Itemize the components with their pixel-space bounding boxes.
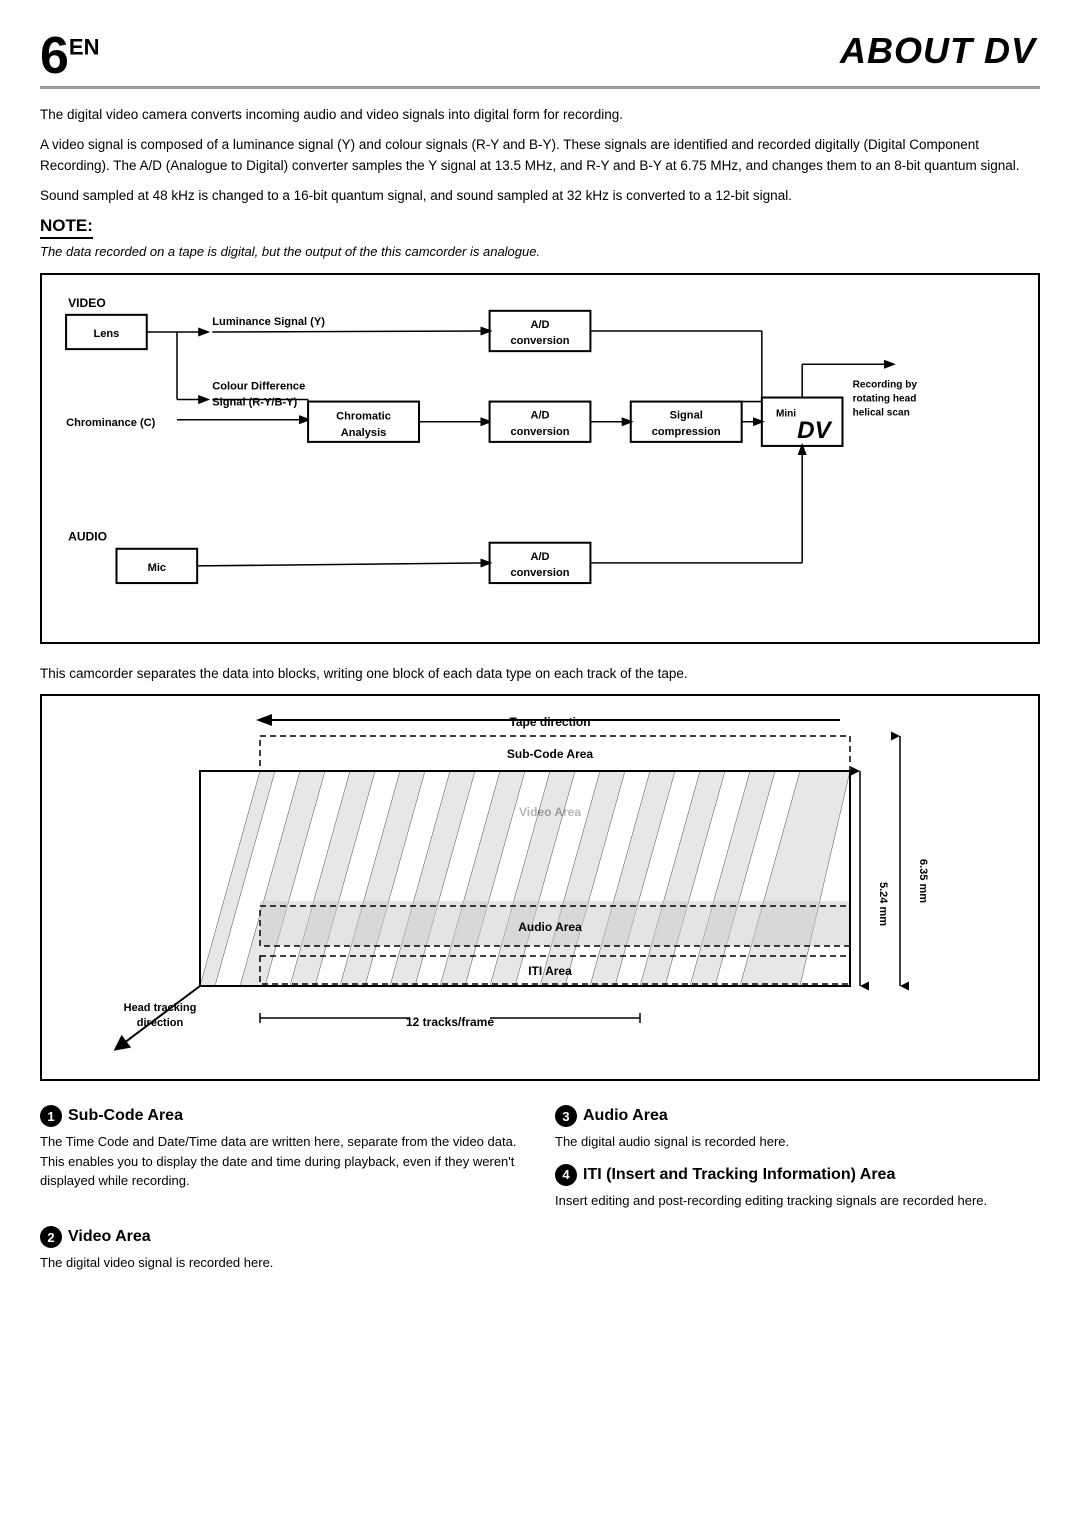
svg-text:Signal (R-Y/B-Y): Signal (R-Y/B-Y) xyxy=(212,397,297,409)
svg-text:Chrominance (C): Chrominance (C) xyxy=(66,417,156,429)
main-title: ABOUT DV xyxy=(840,30,1040,71)
bottom-sections: 1 Sub-Code Area The Time Code and Date/T… xyxy=(40,1105,1040,1273)
svg-text:compression: compression xyxy=(652,426,721,438)
svg-text:VIDEO: VIDEO xyxy=(68,296,106,310)
audio-heading: 3 Audio Area xyxy=(555,1105,1040,1127)
note-section: NOTE: The data recorded on a tape is dig… xyxy=(40,216,1040,261)
iti-text: Insert editing and post-recording editin… xyxy=(555,1191,1040,1211)
svg-text:DV: DV xyxy=(797,417,832,444)
circle-num-3: 3 xyxy=(555,1105,577,1127)
circle-num-2: 2 xyxy=(40,1226,62,1248)
svg-text:A/D: A/D xyxy=(530,319,549,331)
svg-text:6.35 mm: 6.35 mm xyxy=(917,859,929,903)
sub-code-text: The Time Code and Date/Time data are wri… xyxy=(40,1132,525,1191)
page-header: 6EN ABOUT DV xyxy=(40,30,1040,89)
iti-heading: 4 ITI (Insert and Tracking Information) … xyxy=(555,1164,1040,1186)
page-number: 6EN xyxy=(40,30,99,82)
svg-text:5.24 mm: 5.24 mm xyxy=(877,882,889,926)
audio-title: Audio Area xyxy=(583,1107,668,1125)
note-text: The data recorded on a tape is digital, … xyxy=(40,243,1040,261)
intro-tape-text: This camcorder separates the data into b… xyxy=(40,664,1040,684)
svg-text:conversion: conversion xyxy=(510,426,569,438)
sub-code-heading: 1 Sub-Code Area xyxy=(40,1105,525,1127)
svg-text:A/D: A/D xyxy=(530,551,549,563)
page-num-digit: 6 xyxy=(40,27,69,85)
svg-text:Tape direction: Tape direction xyxy=(509,715,590,729)
svg-text:Colour Difference: Colour Difference xyxy=(212,381,305,393)
audio-text: The digital audio signal is recorded her… xyxy=(555,1132,1040,1152)
svg-text:Sub-Code Area: Sub-Code Area xyxy=(507,747,594,761)
video-title: Video Area xyxy=(68,1228,151,1246)
svg-text:conversion: conversion xyxy=(510,335,569,347)
svg-text:Head tracking: Head tracking xyxy=(124,1002,197,1014)
flow-diagram-svg: VIDEO AUDIO Lens Luminance Signal (Y) A/… xyxy=(56,285,1024,625)
iti-title: ITI (Insert and Tracking Information) Ar… xyxy=(583,1166,895,1184)
video-heading: 2 Video Area xyxy=(40,1226,525,1248)
tape-diagram-svg: Tape direction Sub-Code Area Video Area xyxy=(52,706,1028,1066)
circle-num-4: 4 xyxy=(555,1164,577,1186)
svg-text:rotating head: rotating head xyxy=(853,394,917,405)
svg-text:Luminance Signal (Y): Luminance Signal (Y) xyxy=(212,316,325,328)
svg-text:12 tracks/frame: 12 tracks/frame xyxy=(406,1015,494,1029)
video-text: The digital video signal is recorded her… xyxy=(40,1253,525,1273)
svg-text:Mini: Mini xyxy=(776,409,796,420)
svg-text:Analysis: Analysis xyxy=(341,427,387,439)
diagram1: VIDEO AUDIO Lens Luminance Signal (Y) A/… xyxy=(40,273,1040,644)
page-suffix: EN xyxy=(69,35,100,60)
diagram2: Tape direction Sub-Code Area Video Area xyxy=(40,694,1040,1081)
svg-text:conversion: conversion xyxy=(510,567,569,579)
svg-text:Chromatic: Chromatic xyxy=(336,411,391,423)
svg-text:Lens: Lens xyxy=(93,328,119,340)
intro-para-1: The digital video camera converts incomi… xyxy=(40,105,1040,125)
svg-text:AUDIO: AUDIO xyxy=(68,530,107,544)
svg-text:A/D: A/D xyxy=(530,410,549,422)
svg-text:ITI Area: ITI Area xyxy=(528,964,572,978)
svg-text:Signal: Signal xyxy=(670,410,703,422)
section-audio: 3 Audio Area The digital audio signal is… xyxy=(555,1105,1040,1210)
svg-text:Mic: Mic xyxy=(148,562,166,574)
section-sub-code: 1 Sub-Code Area The Time Code and Date/T… xyxy=(40,1105,525,1210)
intro-para-2: A video signal is composed of a luminanc… xyxy=(40,135,1040,176)
section-video: 2 Video Area The digital video signal is… xyxy=(40,1226,525,1273)
title-area: ABOUT DV xyxy=(840,30,1040,72)
circle-num-1: 1 xyxy=(40,1105,62,1127)
intro-para-3: Sound sampled at 48 kHz is changed to a … xyxy=(40,186,1040,206)
svg-text:Recording by: Recording by xyxy=(853,380,918,391)
sub-code-title: Sub-Code Area xyxy=(68,1107,183,1125)
svg-text:Audio Area: Audio Area xyxy=(518,920,582,934)
svg-text:helical scan: helical scan xyxy=(853,408,910,419)
note-heading: NOTE: xyxy=(40,216,93,239)
